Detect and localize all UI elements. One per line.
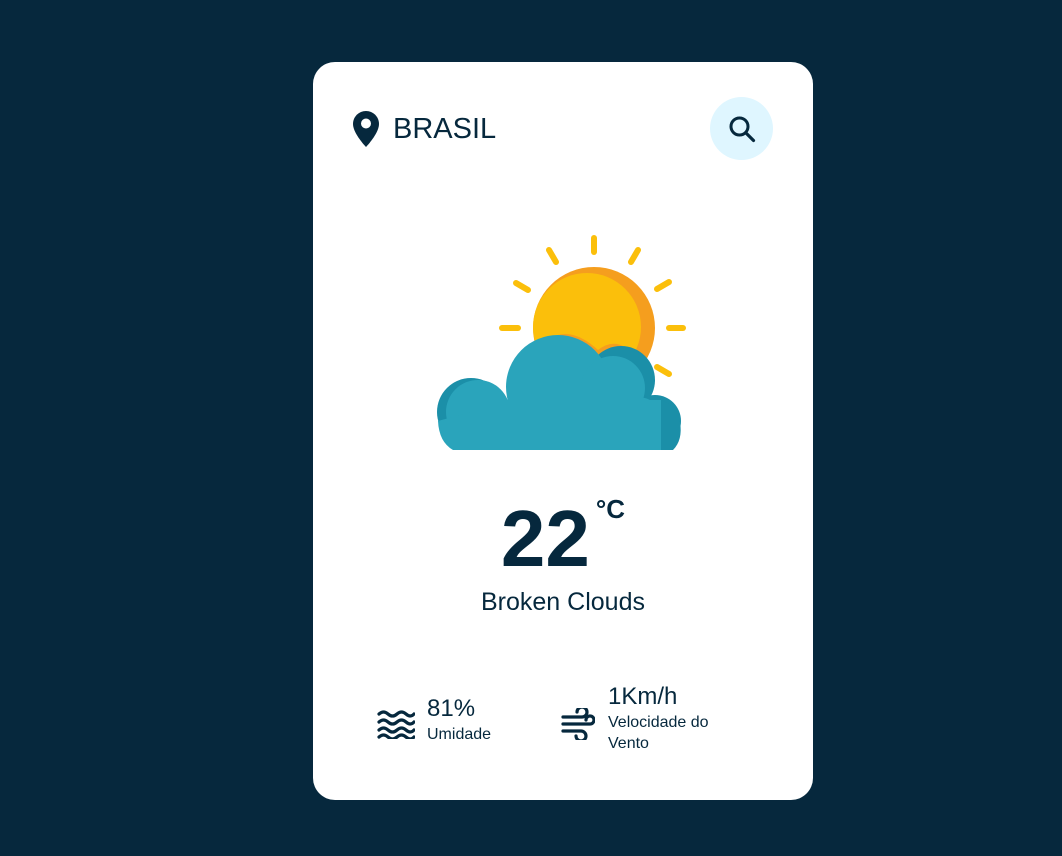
weather-card: BRASIL 22 °C Broken Clouds 81% Umidade 1… [313,62,813,800]
humidity-label: Umidade [427,726,492,743]
wind-icon [561,708,595,740]
wind-value: 1Km/h [608,683,678,710]
weather-description: Broken Clouds [481,588,645,616]
temperature: 22 °C [313,494,813,584]
map-pin-icon [353,111,379,147]
location-name: BRASIL [393,113,497,145]
search-icon [729,116,755,142]
wind-label: Velocidade do Vento [608,714,709,752]
temperature-unit: °C [595,494,626,524]
search-button[interactable] [710,97,773,160]
partly-cloudy-icon [437,235,686,450]
humidity-value: 81% [427,695,476,722]
water-waves-icon [377,710,415,739]
temperature-value: 22 [500,494,590,583]
